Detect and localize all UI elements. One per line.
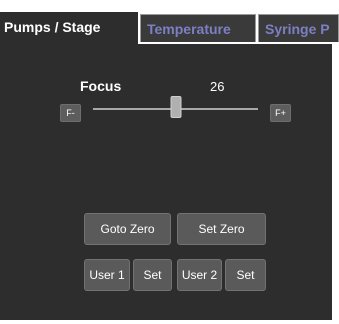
focus-value: 26	[210, 79, 225, 94]
focus-minus-button[interactable]: F-	[60, 104, 81, 122]
tab-pumps-stage[interactable]: Pumps / Stage	[0, 12, 138, 44]
pumps-stage-window: Pumps / Stage Temperature Syringe P Focu…	[0, 0, 339, 324]
set-user-1-button[interactable]: Set	[133, 259, 172, 291]
set-zero-button[interactable]: Set Zero	[177, 213, 266, 245]
tab-temperature[interactable]: Temperature	[140, 14, 256, 42]
goto-zero-button[interactable]: Goto Zero	[84, 213, 171, 245]
user-2-button[interactable]: User 2	[177, 259, 222, 291]
tab-bar: Pumps / Stage Temperature Syringe P	[0, 12, 339, 44]
panel-edge	[332, 44, 339, 320]
focus-label: Focus	[80, 78, 122, 94]
tab-syringe-pump[interactable]: Syringe P	[258, 14, 339, 42]
user-1-button[interactable]: User 1	[84, 259, 130, 291]
focus-plus-button[interactable]: F+	[270, 104, 291, 122]
set-user-2-button[interactable]: Set	[225, 259, 266, 291]
focus-slider-thumb[interactable]	[170, 96, 181, 118]
